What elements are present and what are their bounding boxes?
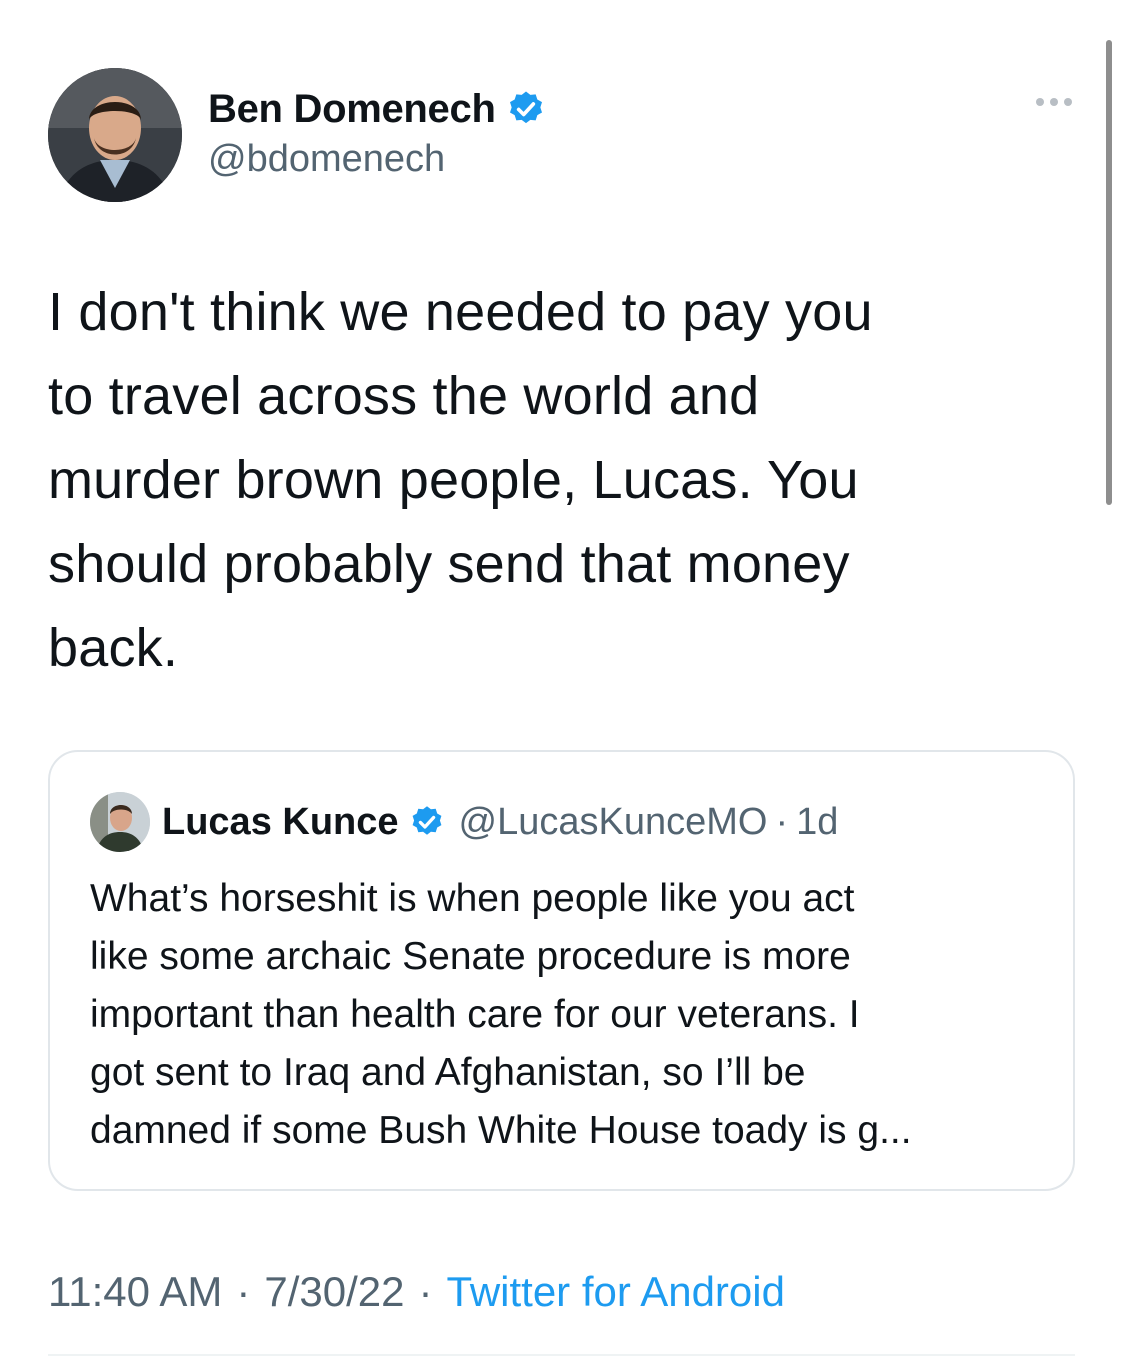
quoted-timestamp[interactable]: 1d — [796, 801, 838, 844]
author-names: Ben Domenech @bdomenech — [208, 86, 546, 181]
quoted-tweet-header: Lucas Kunce @LucasKunceMO · 1d — [90, 792, 838, 852]
tweet-header: Ben Domenech @bdomenech — [48, 68, 1078, 204]
quoted-tweet-text: What’s horseshit is when people like you… — [90, 877, 912, 1152]
tweet-date[interactable]: 7/30/22 — [264, 1268, 404, 1315]
quoted-author-avatar — [90, 792, 150, 852]
tweet-text: I don't think we needed to pay you to tr… — [48, 282, 873, 678]
more-horizontal-icon[interactable] — [1036, 98, 1072, 106]
tweet-source-link[interactable]: Twitter for Android — [446, 1268, 784, 1315]
quoted-tweet[interactable]: Lucas Kunce @LucasKunceMO · 1d What’s ho… — [48, 750, 1075, 1191]
quoted-author-display-name[interactable]: Lucas Kunce — [162, 801, 399, 844]
tweet-footer: 11:40 AM · 7/30/22 · Twitter for Android — [48, 1268, 785, 1316]
author-display-name[interactable]: Ben Domenech — [208, 87, 496, 132]
footer-separator: · — [236, 1268, 251, 1315]
footer-separator: · — [418, 1268, 433, 1315]
divider — [48, 1354, 1075, 1356]
verified-badge-icon — [509, 91, 542, 124]
quoted-separator: · — [775, 800, 789, 843]
author-avatar[interactable] — [48, 68, 182, 202]
tweet-time[interactable]: 11:40 AM — [48, 1268, 222, 1315]
verified-badge-icon — [412, 806, 441, 835]
scrollbar[interactable] — [1106, 40, 1112, 505]
author-handle[interactable]: @bdomenech — [208, 138, 546, 181]
display-name-row: Ben Domenech — [208, 86, 546, 132]
quoted-author-handle[interactable]: @LucasKunceMO — [459, 801, 768, 844]
